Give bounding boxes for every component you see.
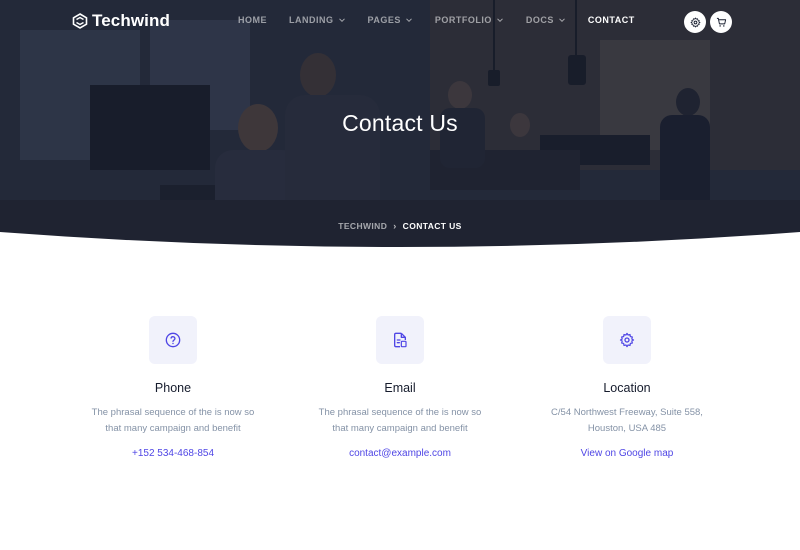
nav-item-landing[interactable]: LANDING: [289, 15, 346, 25]
card-description-line: that many campaign and benefit: [332, 422, 468, 434]
card-description-line: C/54 Northwest Freeway, Suite 558,: [551, 407, 703, 418]
brand-name: Techwind: [92, 11, 170, 30]
card-description: The phrasal sequence of the is now so th…: [286, 405, 514, 436]
document-icon: [394, 332, 407, 348]
nav-item-label: HOME: [238, 15, 267, 25]
chevron-down-icon: [559, 18, 565, 23]
hero-section: Techwind HOME LANDING PAGES PORTFOLIO DO…: [0, 0, 800, 250]
nav-item-portfolio[interactable]: PORTFOLIO: [435, 15, 504, 25]
nav-item-label: LANDING: [289, 15, 334, 25]
chevron-down-icon: [338, 18, 345, 23]
icon-box: [149, 316, 197, 364]
card-description-line: The phrasal sequence of the is now so: [91, 407, 255, 418]
main-nav: HOME LANDING PAGES PORTFOLIO DOCS CONTAC…: [226, 15, 657, 25]
card-description: The phrasal sequence of the is now so th…: [59, 405, 287, 436]
card-description-line: The phrasal sequence of the is now so: [318, 407, 482, 418]
page-title: Contact Us: [342, 110, 458, 136]
card-description-line: Houston, USA 485: [587, 422, 667, 434]
card-title: Location: [603, 381, 651, 395]
icon-box: [603, 316, 651, 364]
contact-card-phone: Phone The phrasal sequence of the is now…: [59, 316, 287, 461]
cart-button[interactable]: [710, 11, 732, 33]
settings-icon: [619, 332, 635, 348]
google-map-link[interactable]: View on Google map: [581, 448, 674, 459]
help-circle-icon: [165, 332, 181, 348]
hero-curve-divider: [0, 232, 800, 258]
brand-logo[interactable]: Techwind: [72, 11, 170, 31]
card-title: Email: [384, 381, 416, 395]
chevron-down-icon: [496, 18, 503, 23]
email-link[interactable]: contact@example.com: [349, 448, 451, 459]
icon-box: [376, 316, 424, 364]
nav-item-label: DOCS: [525, 15, 554, 25]
nav-item-home[interactable]: HOME: [238, 15, 267, 25]
contact-card-email: Email The phrasal sequence of the is now…: [286, 316, 514, 461]
nav-item-docs[interactable]: DOCS: [526, 15, 566, 25]
nav-item-label: PAGES: [367, 15, 401, 25]
phone-link[interactable]: +152 534-468-854: [132, 448, 214, 459]
cart-icon: [716, 17, 726, 27]
techwind-logo-icon: [72, 13, 88, 29]
card-description: C/54 Northwest Freeway, Suite 558, Houst…: [513, 405, 741, 436]
card-description-line: that many campaign and benefit: [105, 422, 241, 434]
gear-icon: [690, 17, 700, 27]
contact-card-location: Location C/54 Northwest Freeway, Suite 5…: [513, 316, 741, 461]
nav-item-label: CONTACT: [587, 15, 635, 25]
settings-button[interactable]: [684, 11, 706, 33]
card-title: Phone: [154, 381, 192, 395]
nav-item-pages[interactable]: PAGES: [368, 15, 413, 25]
nav-item-contact[interactable]: CONTACT: [588, 15, 635, 25]
navbar: Techwind HOME LANDING PAGES PORTFOLIO DO…: [0, 0, 800, 44]
nav-item-label: PORTFOLIO: [434, 15, 492, 25]
chevron-down-icon: [405, 18, 412, 23]
